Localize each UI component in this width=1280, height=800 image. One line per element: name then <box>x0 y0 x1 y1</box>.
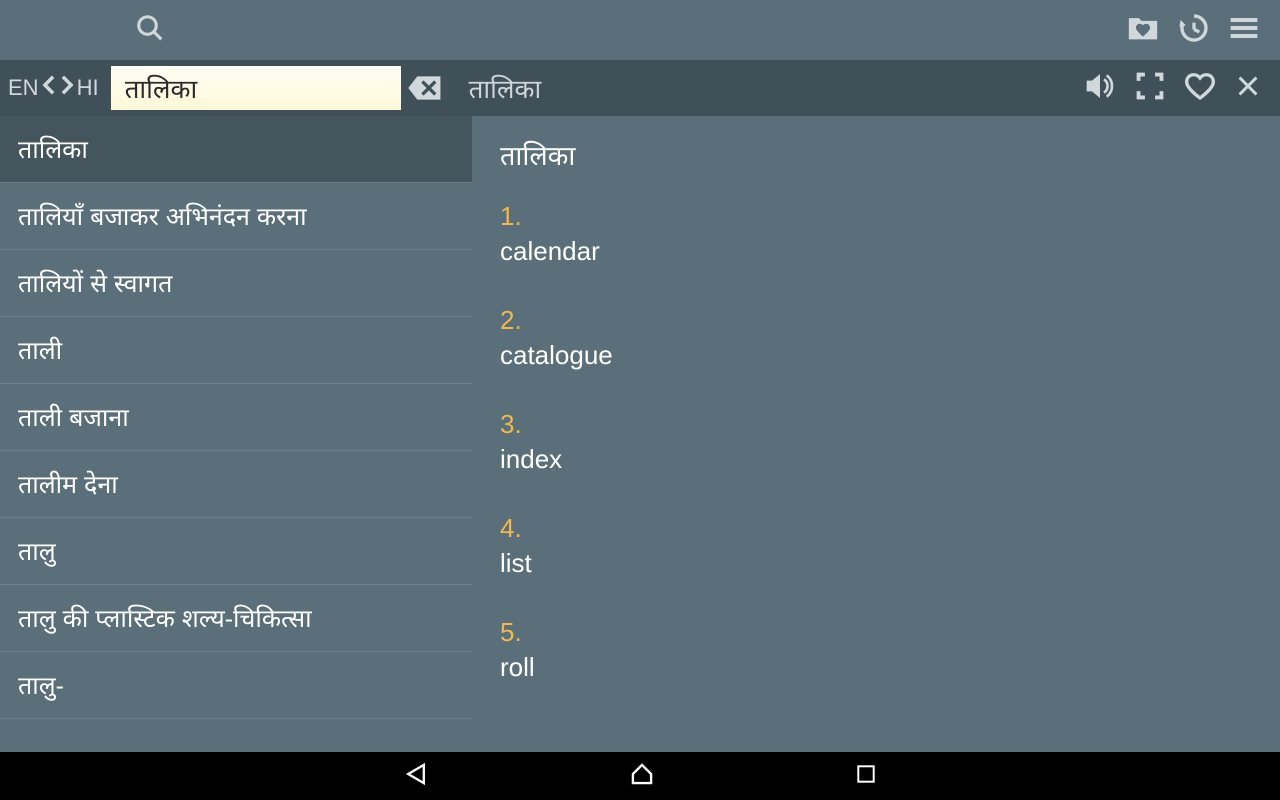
definition: 3. index <box>500 409 1252 475</box>
definition-text: roll <box>500 652 1252 683</box>
search-icon[interactable] <box>135 13 165 48</box>
menu-icon[interactable] <box>1228 14 1260 47</box>
list-item[interactable]: तालीम देना <box>0 451 472 518</box>
definition-text: index <box>500 444 1252 475</box>
fullscreen-icon[interactable] <box>1136 72 1164 105</box>
favorites-folder-icon[interactable] <box>1126 13 1160 48</box>
top-bar-left <box>20 13 165 48</box>
list-item-label: तालु <box>18 534 56 568</box>
list-item-label: तालु की प्लास्टिक शल्य-चिकित्सा <box>18 601 312 635</box>
list-item-label: तालु- <box>18 668 64 702</box>
clear-search-button[interactable] <box>401 66 449 110</box>
search-bar-actions <box>1084 71 1280 106</box>
header-word: तालिका <box>469 70 542 106</box>
lang-to: HI <box>77 75 99 101</box>
list-item[interactable]: तालु की प्लास्टिक शल्य-चिकित्सा <box>0 585 472 652</box>
definition-text: catalogue <box>500 340 1252 371</box>
definition-number: 1. <box>500 201 1252 232</box>
definition-text: calendar <box>500 236 1252 267</box>
definition: 1. calendar <box>500 201 1252 267</box>
list-item[interactable]: तालु- <box>0 652 472 719</box>
recent-nav-icon[interactable] <box>855 763 877 790</box>
chevron-right-icon <box>59 74 75 102</box>
definition: 5. roll <box>500 617 1252 683</box>
list-item-label: ताली <box>18 333 62 367</box>
list-item[interactable]: तालियाँ बजाकर अभिनंदन करना <box>0 183 472 250</box>
search-input[interactable] <box>111 66 401 110</box>
detail-panel: तालिका 1. calendar 2. catalogue 3. index… <box>472 116 1280 752</box>
list-item[interactable]: ताली <box>0 317 472 384</box>
definition-number: 4. <box>500 513 1252 544</box>
chevron-left-icon <box>41 74 57 102</box>
lang-switcher[interactable]: EN HI <box>8 74 99 102</box>
list-item-label: तालिका <box>18 132 88 166</box>
speaker-icon[interactable] <box>1084 71 1116 106</box>
top-bar <box>0 0 1280 60</box>
list-item-label: तालीम देना <box>18 467 118 501</box>
definition-number: 5. <box>500 617 1252 648</box>
home-nav-icon[interactable] <box>629 761 655 792</box>
search-input-wrap <box>111 66 449 110</box>
suggestions-list: तालिका तालियाँ बजाकर अभिनंदन करना तालियो… <box>0 116 472 752</box>
search-bar: EN HI तालिका <box>0 60 1280 116</box>
list-item[interactable]: तालियों से स्वागत <box>0 250 472 317</box>
lang-from: EN <box>8 75 39 101</box>
definition: 4. list <box>500 513 1252 579</box>
definition-number: 2. <box>500 305 1252 336</box>
detail-title: तालिका <box>500 136 1252 173</box>
top-bar-right <box>1126 12 1260 49</box>
history-icon[interactable] <box>1178 12 1210 49</box>
list-item[interactable]: ताली बजाना <box>0 384 472 451</box>
content: तालिका तालियाँ बजाकर अभिनंदन करना तालियो… <box>0 116 1280 752</box>
list-item-label: ताली बजाना <box>18 400 129 434</box>
android-nav-bar <box>0 752 1280 800</box>
close-icon[interactable] <box>1236 74 1260 103</box>
heart-icon[interactable] <box>1184 71 1216 106</box>
definition-text: list <box>500 548 1252 579</box>
list-item[interactable]: तालु <box>0 518 472 585</box>
definition: 2. catalogue <box>500 305 1252 371</box>
definition-number: 3. <box>500 409 1252 440</box>
list-item-label: तालियाँ बजाकर अभिनंदन करना <box>18 199 307 233</box>
list-item[interactable]: तालिका <box>0 116 472 183</box>
list-item-label: तालियों से स्वागत <box>18 266 172 300</box>
back-nav-icon[interactable] <box>403 761 429 792</box>
